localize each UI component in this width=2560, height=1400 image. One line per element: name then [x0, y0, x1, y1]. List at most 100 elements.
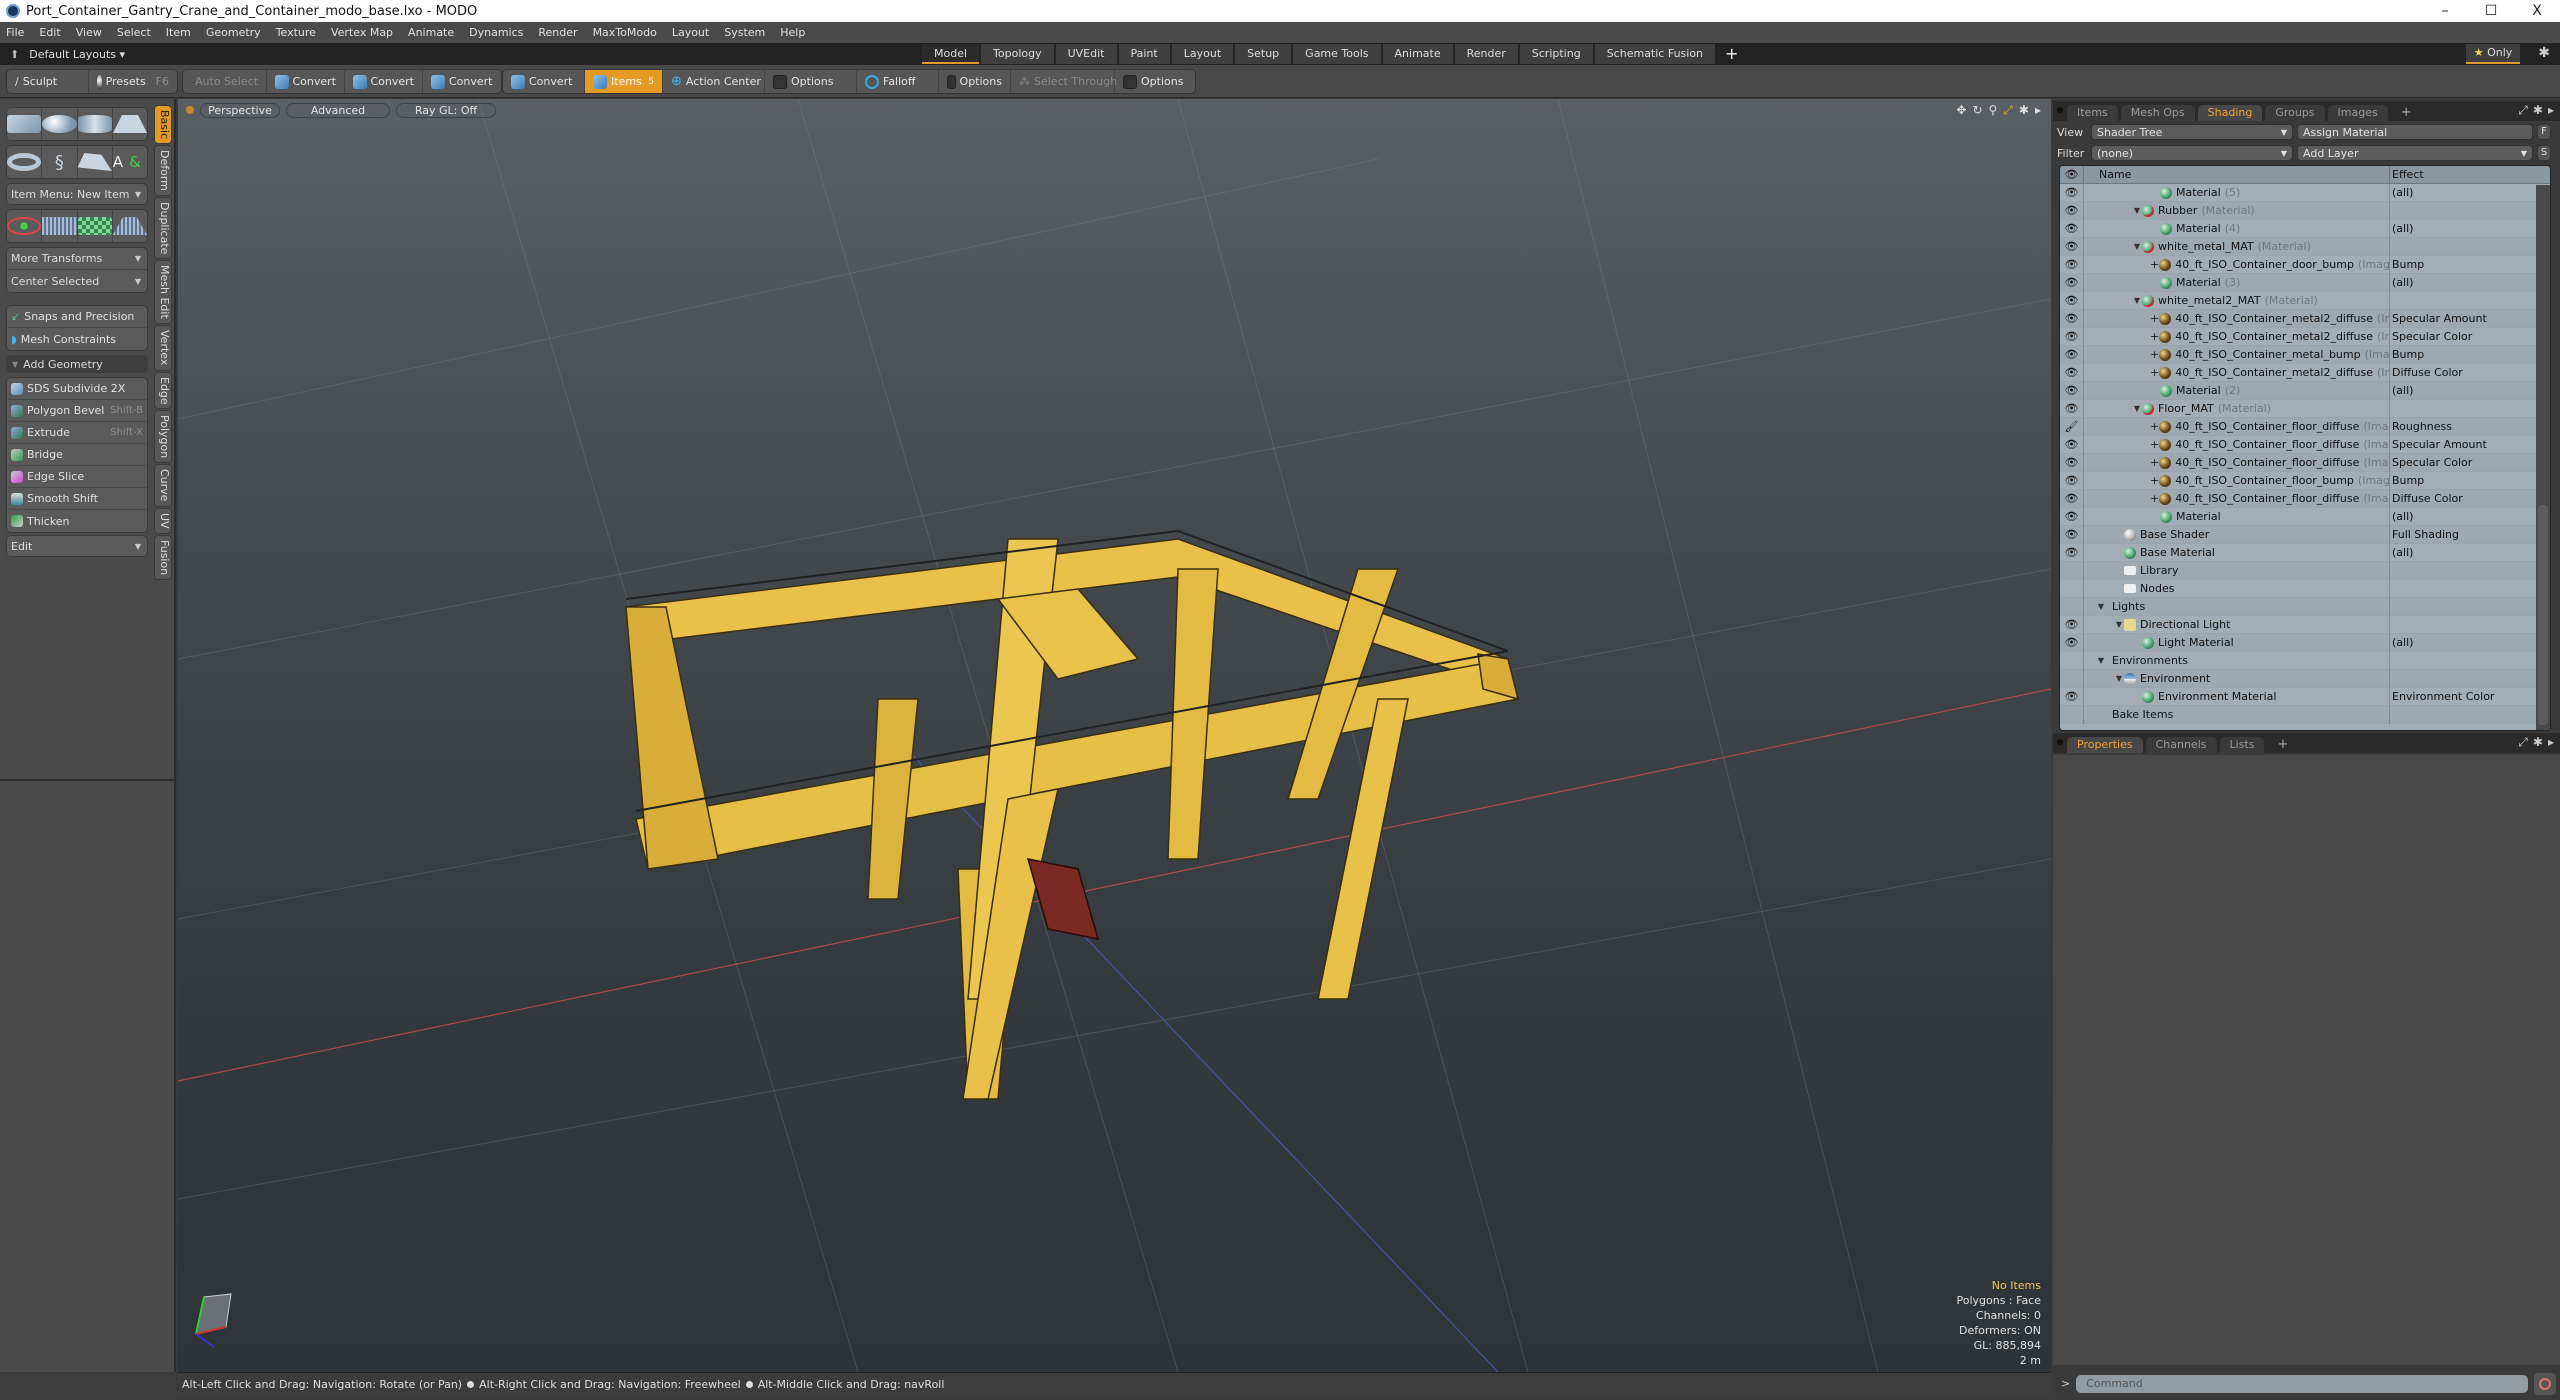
f-button[interactable]: F [2537, 124, 2551, 140]
row-effect-cell[interactable]: Specular Color▼ [2390, 456, 2550, 469]
expand-triangle-icon[interactable]: ▼ [2132, 206, 2142, 215]
shader-tree-row[interactable]: 👁+40_ft_ISO_Container_metal2_diffuse(Ima… [2060, 327, 2550, 346]
expand-plus-icon[interactable]: + [2150, 330, 2159, 343]
visibility-eye-icon[interactable]: 👁 [2060, 183, 2084, 202]
visibility-empty[interactable] [2060, 651, 2084, 670]
row-effect-cell[interactable]: Roughness▼ [2390, 420, 2550, 433]
cone-tool[interactable] [112, 108, 147, 140]
vtab-curve[interactable]: Curve [154, 464, 172, 507]
mesh-constraints-button[interactable]: ◗ Mesh Constraints [7, 328, 147, 350]
deform-grid-tool[interactable] [42, 210, 78, 242]
visibility-eye-icon[interactable]: 👁 [2060, 381, 2084, 400]
expand-plus-icon[interactable]: + [2150, 456, 2159, 469]
shader-tree-row[interactable]: 👁Material(3)(all)▼ [2060, 273, 2550, 292]
shader-tree-row[interactable]: 👁+40_ft_ISO_Container_metal_bump(Image) … [2060, 345, 2550, 364]
row-effect-cell[interactable]: ▼ [2390, 296, 2550, 305]
command-input[interactable]: Command [2076, 1374, 2529, 1393]
tab-shading[interactable]: Shading [2197, 105, 2263, 121]
shader-tree-row[interactable]: Bake Items [2060, 705, 2550, 724]
panel-menu-dot[interactable] [2057, 739, 2063, 745]
shader-tree-scrollbar[interactable] [2536, 185, 2550, 730]
expand-icon[interactable]: ⤢ [2518, 735, 2528, 750]
menu-layout[interactable]: Layout [672, 26, 709, 39]
shader-tree-row[interactable]: 🖌+40_ft_ISO_Container_floor_diffuse(Imag… [2060, 417, 2550, 436]
texture-tool[interactable] [77, 210, 113, 242]
edge-slice-button[interactable]: Edge Slice [7, 466, 147, 488]
spiral-tool[interactable]: § [42, 146, 78, 178]
expand-triangle-icon[interactable]: ▼ [2132, 296, 2142, 305]
shader-tree-row[interactable]: 👁 Base Material (all)▼ [2060, 543, 2550, 562]
only-toggle[interactable]: ★ Only [2466, 44, 2520, 64]
shader-tree-row[interactable]: 👁+40_ft_ISO_Container_metal2_diffuse(Ima… [2060, 309, 2550, 328]
row-effect-cell[interactable]: Diffuse Color▼ [2390, 492, 2550, 505]
paint-brush-icon[interactable]: 🖌 [2060, 417, 2084, 436]
expand-triangle-icon[interactable]: ▼ [2114, 620, 2124, 629]
tab-images[interactable]: Images [2327, 105, 2388, 121]
menu-maxtomodo[interactable]: MaxToModo [593, 26, 657, 39]
add-layer-dropdown[interactable]: Add Layer ▼ [2297, 145, 2533, 161]
select-through-button[interactable]: ⁂ Select Through [1011, 70, 1117, 93]
convert-vertices-button[interactable]: Convert [267, 70, 345, 93]
close-button[interactable]: X [2514, 0, 2560, 22]
shader-tree-row[interactable]: 👁Material(2)(all)▼ [2060, 381, 2550, 400]
shader-tree-row[interactable]: 👁 Base Shader Full Shading▼ [2060, 525, 2550, 544]
view-select[interactable]: Shader Tree ▼ [2091, 124, 2293, 140]
shader-tree-row[interactable]: ▼ Environments [2060, 651, 2550, 670]
menu-edit[interactable]: Edit [39, 26, 60, 39]
convert-items-button[interactable]: Convert [503, 70, 585, 93]
presets-button[interactable]: Presets F6 [89, 70, 177, 93]
select-through-options-button[interactable]: Options [1115, 70, 1195, 93]
arrow-right-icon[interactable]: ▸ [2548, 103, 2554, 118]
shader-tree-row[interactable]: 👁 ▼ white_metal_MAT(Material) ▼ [2060, 237, 2550, 256]
shader-tree-row[interactable]: 👁+40_ft_ISO_Container_floor_bump(Image)B… [2060, 471, 2550, 490]
default-layouts-dropdown[interactable]: Default Layouts ▾ [29, 48, 125, 61]
visibility-column-header[interactable]: 👁 [2060, 166, 2084, 183]
add-geometry-section[interactable]: ▼ Add Geometry [6, 355, 148, 373]
visibility-empty[interactable] [2060, 597, 2084, 616]
shader-tree-row[interactable]: 👁 ▼ white_metal2_MAT(Material) ▼ [2060, 291, 2550, 310]
tab-properties[interactable]: Properties [2067, 737, 2143, 753]
convert-edges-button[interactable]: Convert [345, 70, 423, 93]
item-menu-dropdown[interactable]: Item Menu: New Item ▼ [6, 183, 148, 205]
expand-plus-icon[interactable]: + [2150, 348, 2159, 361]
assign-material-button[interactable]: Assign Material [2297, 124, 2533, 140]
taper-tool[interactable] [112, 210, 147, 242]
visibility-eye-icon[interactable]: 👁 [2060, 633, 2084, 652]
visibility-eye-icon[interactable]: 👁 [2060, 237, 2084, 256]
cube-tool[interactable] [7, 108, 43, 140]
shader-tree-row[interactable]: 👁 ▼ Floor_MAT(Material) ▼ [2060, 399, 2550, 418]
vtab-fusion[interactable]: Fusion [154, 534, 172, 580]
transform-tool[interactable] [7, 210, 43, 242]
center-selected-dropdown[interactable]: Center Selected ▼ [7, 270, 147, 292]
shading-mode-button[interactable]: Advanced [286, 102, 390, 118]
more-transforms-dropdown[interactable]: More Transforms ▼ [7, 248, 147, 270]
visibility-eye-icon[interactable]: 👁 [2060, 525, 2084, 544]
sculpt-button[interactable]: ∕ Sculpt [7, 70, 89, 93]
visibility-eye-icon[interactable]: 👁 [2060, 399, 2084, 418]
filter-select[interactable]: (none) ▼ [2091, 145, 2293, 161]
gear-icon[interactable]: ✱ [2533, 735, 2543, 750]
viewport-status-dot[interactable] [186, 106, 194, 114]
tab-mesh-ops[interactable]: Mesh Ops [2120, 105, 2195, 121]
row-effect-cell[interactable]: Specular Amount▼ [2390, 438, 2550, 451]
row-effect-cell[interactable]: Full Shading▼ [2390, 528, 2550, 541]
shader-tree-row[interactable]: 👁+40_ft_ISO_Container_floor_diffuse(Imag… [2060, 435, 2550, 454]
tab-render[interactable]: Render [1454, 44, 1518, 64]
tab-scripting[interactable]: Scripting [1519, 44, 1593, 64]
scrollbar-thumb[interactable] [2538, 505, 2548, 725]
shader-tree-row[interactable]: 👁+40_ft_ISO_Container_metal2_diffuse(Ima… [2060, 363, 2550, 382]
menu-vertex-map[interactable]: Vertex Map [331, 26, 393, 39]
expand-triangle-icon[interactable]: ▼ [2096, 656, 2106, 665]
visibility-eye-icon[interactable]: 👁 [2060, 615, 2084, 634]
falloff-options-button[interactable]: Options [939, 70, 1011, 93]
add-tab-button[interactable]: + [2267, 737, 2298, 753]
zoom-icon[interactable]: ⚲ [1989, 103, 1998, 118]
tab-uvedit[interactable]: UVEdit [1055, 44, 1117, 64]
add-tab-button[interactable]: + [2391, 105, 2422, 121]
menu-item[interactable]: Item [166, 26, 191, 39]
vtab-uv[interactable]: UV [154, 507, 172, 534]
effect-column-header[interactable]: Effect [2390, 166, 2424, 183]
items-mode-button[interactable]: Items 5 [585, 70, 663, 93]
rotate-icon[interactable]: ↻ [1972, 103, 1982, 118]
expand-triangle-icon[interactable]: ▼ [2132, 404, 2142, 413]
